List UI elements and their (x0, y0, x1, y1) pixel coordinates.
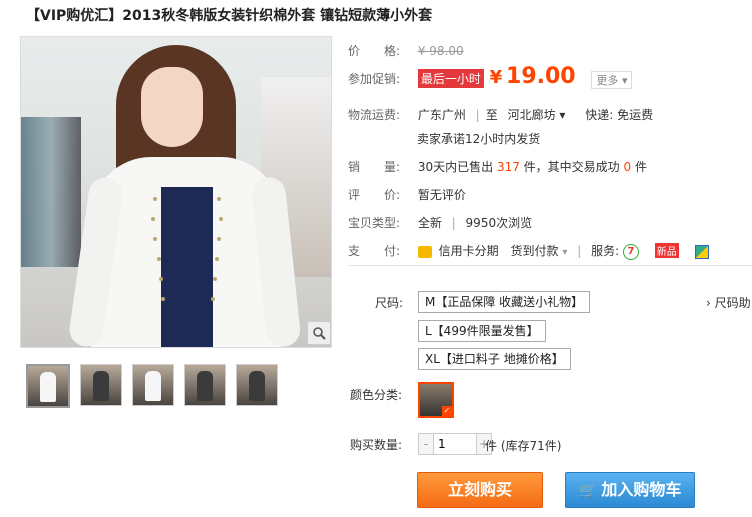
credit-card-icon (417, 245, 432, 258)
promo-price: 19.00 (506, 64, 576, 89)
new-item-badge[interactable]: 新品 (654, 243, 679, 258)
ship-from: 广东广州 (417, 108, 466, 122)
more-promos-button[interactable]: 更多 ▾ (591, 70, 633, 89)
rating-label: 评 价: (348, 188, 401, 202)
size-guide-link[interactable]: › 尺码助 (706, 294, 751, 311)
seven-day-return-icon[interactable]: 7 (622, 243, 639, 260)
product-main-image[interactable] (20, 36, 332, 348)
guarantee-icon[interactable] (694, 244, 709, 259)
price-row: 价 格: ¥ 98.00 (348, 42, 464, 59)
thumbnail-3[interactable] (132, 364, 174, 406)
size-label: 尺码: (375, 296, 404, 310)
original-price: ¥ 98.00 (417, 44, 464, 58)
stock-info: 件 (库存71件) (485, 439, 562, 453)
size-option-xl[interactable]: XL【进口料子 地摊价格】 (418, 348, 571, 370)
shipping-label: 物流运费: (348, 108, 401, 122)
view-count: 9950次浏览 (465, 216, 533, 230)
thumbnail-2[interactable] (80, 364, 122, 406)
sales-label: 销 量: (348, 160, 401, 174)
thumbnail-list (26, 364, 278, 408)
payment-row: 支 付: 信用卡分期 货到付款 ▾ | 服务: 7 新品 (348, 242, 709, 260)
payment-label: 支 付: (348, 244, 401, 258)
ship-to-label: 至 (485, 108, 498, 122)
thumbnail-1[interactable] (26, 364, 70, 408)
color-label: 颜色分类: (350, 388, 403, 402)
sales-row: 销 量: 30天内已售出 317 件，其中交易成功 0 件 (348, 160, 647, 174)
color-swatch[interactable]: ✓ (418, 382, 454, 418)
item-condition: 全新 (417, 216, 442, 230)
size-option-m[interactable]: M【正品保障 收藏送小礼物】 (418, 291, 591, 313)
price-label: 价 格: (348, 44, 401, 58)
item-type-label: 宝贝类型: (348, 216, 401, 230)
add-to-cart-button[interactable]: 🛒 加入购物车 (565, 472, 695, 508)
quantity-stepper: - + (418, 433, 492, 455)
rating-value[interactable]: 暂无评价 (418, 188, 466, 202)
promo-row: 参加促销: 最后一小时 ¥ 19.00 更多 ▾ (348, 64, 633, 89)
divider (348, 265, 752, 266)
check-icon: ✓ (442, 406, 452, 416)
success-count: 0 (623, 160, 632, 174)
item-type-row: 宝贝类型: 全新 | 9950次浏览 (348, 216, 533, 230)
quantity-decrease-button[interactable]: - (419, 434, 433, 454)
quantity-label: 购买数量: (350, 438, 403, 452)
ship-destination-select[interactable]: 河北廊坊 ▾ (508, 108, 566, 122)
size-option-l[interactable]: L【499件限量发售】 (418, 320, 546, 342)
quantity-input[interactable] (433, 434, 477, 454)
ship-promise: 卖家承诺12小时内发货 (417, 132, 541, 146)
sold-count: 317 (496, 160, 520, 174)
thumbnail-4[interactable] (184, 364, 226, 406)
promo-tag: 最后一小时 (417, 69, 484, 88)
product-title: 【VIP购优汇】2013秋冬韩版女装针织棉外套 镶钻短款薄小外套 (26, 8, 433, 24)
express-fee: 快递: 免运费 (585, 108, 654, 122)
cart-icon: 🛒 (578, 481, 598, 499)
shipping-row: 物流运费: 广东广州 | 至 河北廊坊 ▾ 快递: 免运费 (348, 108, 654, 122)
service-label: 服务: (591, 244, 620, 258)
promo-label: 参加促销: (348, 72, 401, 86)
cash-on-delivery[interactable]: 货到付款 ▾ (511, 244, 568, 258)
thumbnail-5[interactable] (236, 364, 278, 406)
zoom-icon[interactable] (307, 321, 331, 345)
currency-symbol: ¥ (489, 67, 503, 88)
rating-row: 评 价: 暂无评价 (348, 186, 466, 203)
buy-now-button[interactable]: 立刻购买 (417, 472, 543, 508)
credit-installment[interactable]: 信用卡分期 (439, 244, 499, 258)
